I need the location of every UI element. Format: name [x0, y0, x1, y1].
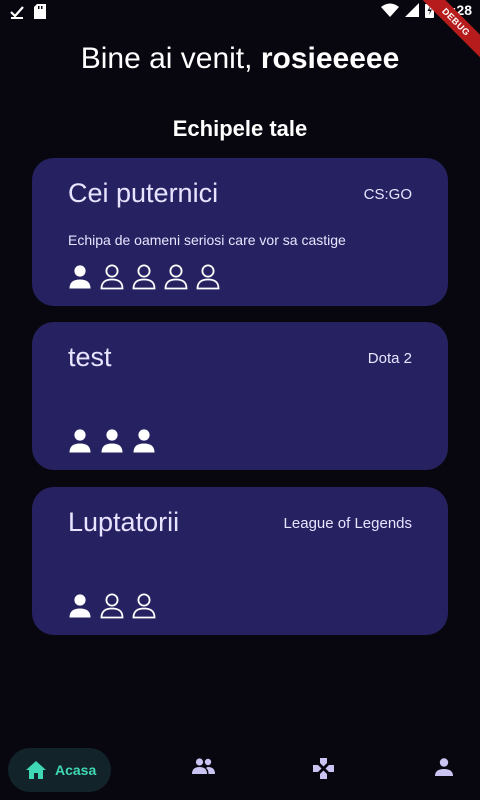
member-filled-icon	[133, 429, 155, 453]
status-bar: 9:28 DEBUG	[0, 0, 480, 61]
team-card[interactable]: Cei puternici CS:GO Echipa de oameni ser…	[32, 158, 448, 306]
team-name: Cei puternici	[68, 178, 219, 208]
team-game: Dota 2	[367, 350, 412, 367]
gamepad-icon[interactable]	[313, 758, 334, 779]
wifi-icon	[380, 3, 399, 17]
member-empty-icon	[100, 264, 124, 290]
home-icon	[26, 761, 46, 779]
member-empty-icon	[100, 593, 124, 619]
team-game: CS:GO	[363, 186, 412, 203]
member-empty-icon	[164, 264, 188, 290]
people-icon[interactable]	[192, 758, 215, 774]
team-name: Luptatorii	[68, 507, 180, 537]
member-filled-icon	[69, 265, 91, 289]
status-bar-left	[10, 4, 46, 19]
team-members	[68, 264, 220, 290]
team-game: League of Legends	[283, 515, 412, 532]
username: rosieeeee	[260, 42, 400, 75]
team-card[interactable]: test Dota 2	[32, 322, 448, 470]
member-empty-icon	[196, 264, 220, 290]
bottom-navigation: Acasa	[0, 740, 480, 800]
member-filled-icon	[69, 429, 91, 453]
member-empty-icon	[132, 264, 156, 290]
app-screen: 9:28 DEBUG Bine ai venit, rosieeeee Echi…	[0, 0, 480, 800]
member-filled-icon	[69, 594, 91, 618]
sd-card-icon	[34, 4, 46, 19]
member-filled-icon	[101, 429, 123, 453]
team-description: Echipa de oameni seriosi care vor sa cas…	[68, 232, 346, 248]
person-icon[interactable]	[435, 758, 453, 776]
team-members	[68, 593, 156, 619]
welcome-heading: Bine ai venit, rosieeeee	[0, 42, 480, 76]
member-empty-icon	[132, 593, 156, 619]
welcome-prefix: Bine ai venit,	[80, 42, 253, 75]
download-done-icon	[10, 5, 24, 19]
team-members	[68, 428, 156, 454]
section-title: Echipele tale	[172, 116, 308, 141]
team-name: test	[68, 342, 112, 372]
nav-home-button[interactable]: Acasa	[8, 748, 111, 792]
team-card[interactable]: Luptatorii League of Legends	[32, 487, 448, 635]
signal-icon	[404, 3, 419, 17]
nav-home-label: Acasa	[55, 762, 97, 778]
